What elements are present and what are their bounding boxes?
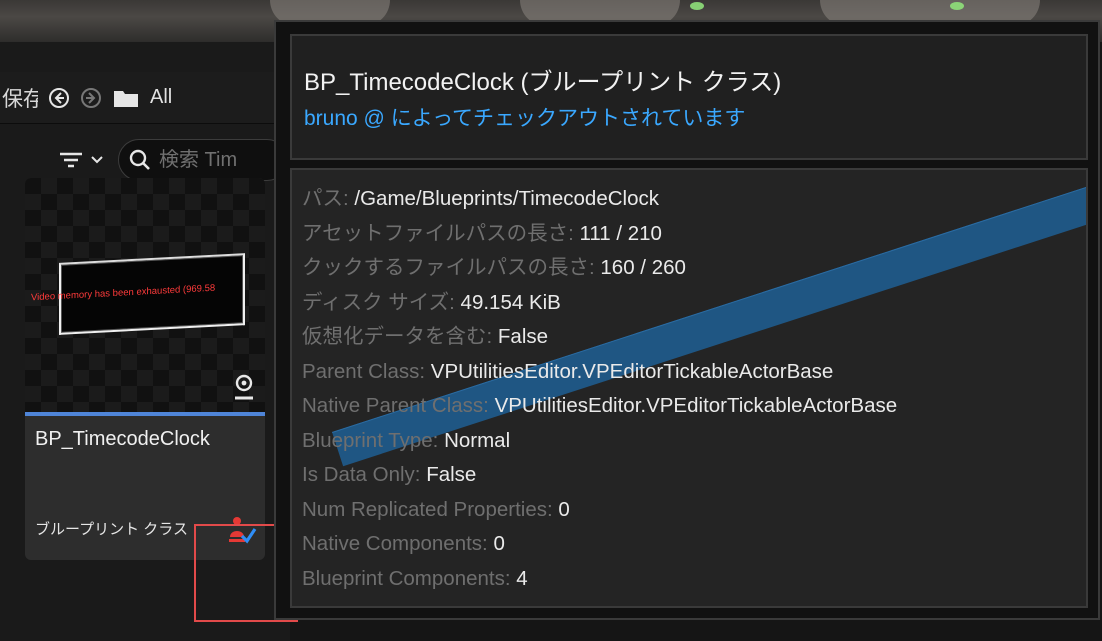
- property-value: VPUtilitiesEditor.VPEditorTickableActorB…: [430, 359, 834, 383]
- property-key: Native Parent Class:: [302, 394, 489, 417]
- tooltip-header: BP_TimecodeClock (ブループリント クラス) bruno @ に…: [290, 34, 1088, 160]
- checkout-status: bruno @ によってチェックアウトされています: [304, 107, 746, 130]
- viewport-light: [690, 2, 704, 10]
- property-row: Blueprint Components: 4: [302, 562, 897, 597]
- property-value: False: [497, 325, 549, 348]
- property-key: Blueprint Components:: [302, 566, 511, 590]
- property-row: パス: /Game/Blueprints/TimecodeClock: [302, 182, 897, 217]
- content-browser-toolbar: 保存 All: [0, 72, 290, 124]
- tooltip-properties: パス: /Game/Blueprints/TimecodeClock アセットフ…: [290, 168, 1088, 608]
- asset-type-label: ブループリント クラス: [35, 521, 188, 538]
- property-row: Blueprint Type: Normal: [302, 424, 897, 459]
- property-row: Native Components: 0: [302, 527, 897, 562]
- property-value: False: [426, 463, 477, 486]
- property-row: Parent Class: VPUtilitiesEditor.VPEditor…: [302, 355, 897, 390]
- property-key: Parent Class:: [302, 359, 426, 383]
- folder-icon[interactable]: [112, 87, 140, 109]
- property-row: Is Data Only: False: [302, 458, 897, 493]
- search-icon: [129, 149, 150, 170]
- property-key: パス:: [302, 187, 349, 210]
- property-key: アセットファイルパスの長さ:: [302, 221, 574, 245]
- search-input[interactable]: [159, 148, 279, 172]
- forward-arrow-icon[interactable]: [80, 87, 102, 109]
- asset-tooltip: BP_TimecodeClock (ブループリント クラス) bruno @ に…: [274, 20, 1100, 620]
- property-key: Blueprint Type:: [302, 428, 439, 452]
- actor-icon: [235, 374, 253, 400]
- property-value: 0: [558, 497, 570, 521]
- property-value: 160 / 260: [600, 256, 686, 279]
- filter-button[interactable]: [58, 151, 104, 169]
- path-all-button[interactable]: All: [150, 86, 172, 109]
- property-row: アセットファイルパスの長さ: 111 / 210: [302, 217, 897, 252]
- property-key: 仮想化データを含む:: [302, 325, 493, 348]
- property-key: クックするファイルパスの長さ:: [302, 256, 595, 279]
- chevron-down-icon: [91, 156, 103, 164]
- asset-type-color-bar: [25, 412, 265, 416]
- property-key: Is Data Only:: [302, 463, 421, 486]
- property-row: ディスク サイズ: 49.154 KiB: [302, 286, 897, 321]
- property-key: ディスク サイズ:: [302, 290, 455, 314]
- property-key: Native Components:: [302, 532, 488, 555]
- search-box[interactable]: [118, 139, 288, 181]
- property-row: Native Parent Class: VPUtilitiesEditor.V…: [302, 389, 897, 424]
- property-value: VPUtilitiesEditor.VPEditorTickableActorB…: [494, 394, 898, 417]
- property-value: Normal: [444, 428, 511, 452]
- property-value: 4: [516, 566, 528, 590]
- thumbnail-warning-text: Video memory has been exhausted (969.58: [31, 282, 216, 304]
- property-list: パス: /Game/Blueprints/TimecodeClock アセットフ…: [302, 182, 897, 596]
- property-value: 111 / 210: [579, 221, 662, 245]
- checked-out-icon[interactable]: [227, 515, 257, 545]
- asset-name: BP_TimecodeClock: [35, 428, 210, 450]
- property-value: 0: [493, 532, 505, 555]
- property-row: 仮想化データを含む: False: [302, 320, 897, 355]
- viewport-light: [950, 2, 964, 10]
- save-button[interactable]: 保存: [2, 83, 38, 113]
- filter-icon: [60, 152, 82, 168]
- asset-tile[interactable]: Video memory has been exhausted (969.58 …: [25, 178, 265, 560]
- tooltip-title: BP_TimecodeClock (ブループリント クラス): [304, 69, 782, 96]
- property-row: Num Replicated Properties: 0: [302, 493, 897, 528]
- property-key: Num Replicated Properties:: [302, 497, 553, 521]
- property-row: クックするファイルパスの長さ: 160 / 260: [302, 251, 897, 286]
- property-value: 49.154 KiB: [460, 290, 561, 314]
- property-value: /Game/Blueprints/TimecodeClock: [354, 187, 659, 210]
- back-arrow-icon[interactable]: [48, 87, 70, 109]
- asset-thumbnail: Video memory has been exhausted (969.58: [25, 178, 265, 414]
- clock-mesh-preview: Video memory has been exhausted (969.58: [31, 253, 245, 335]
